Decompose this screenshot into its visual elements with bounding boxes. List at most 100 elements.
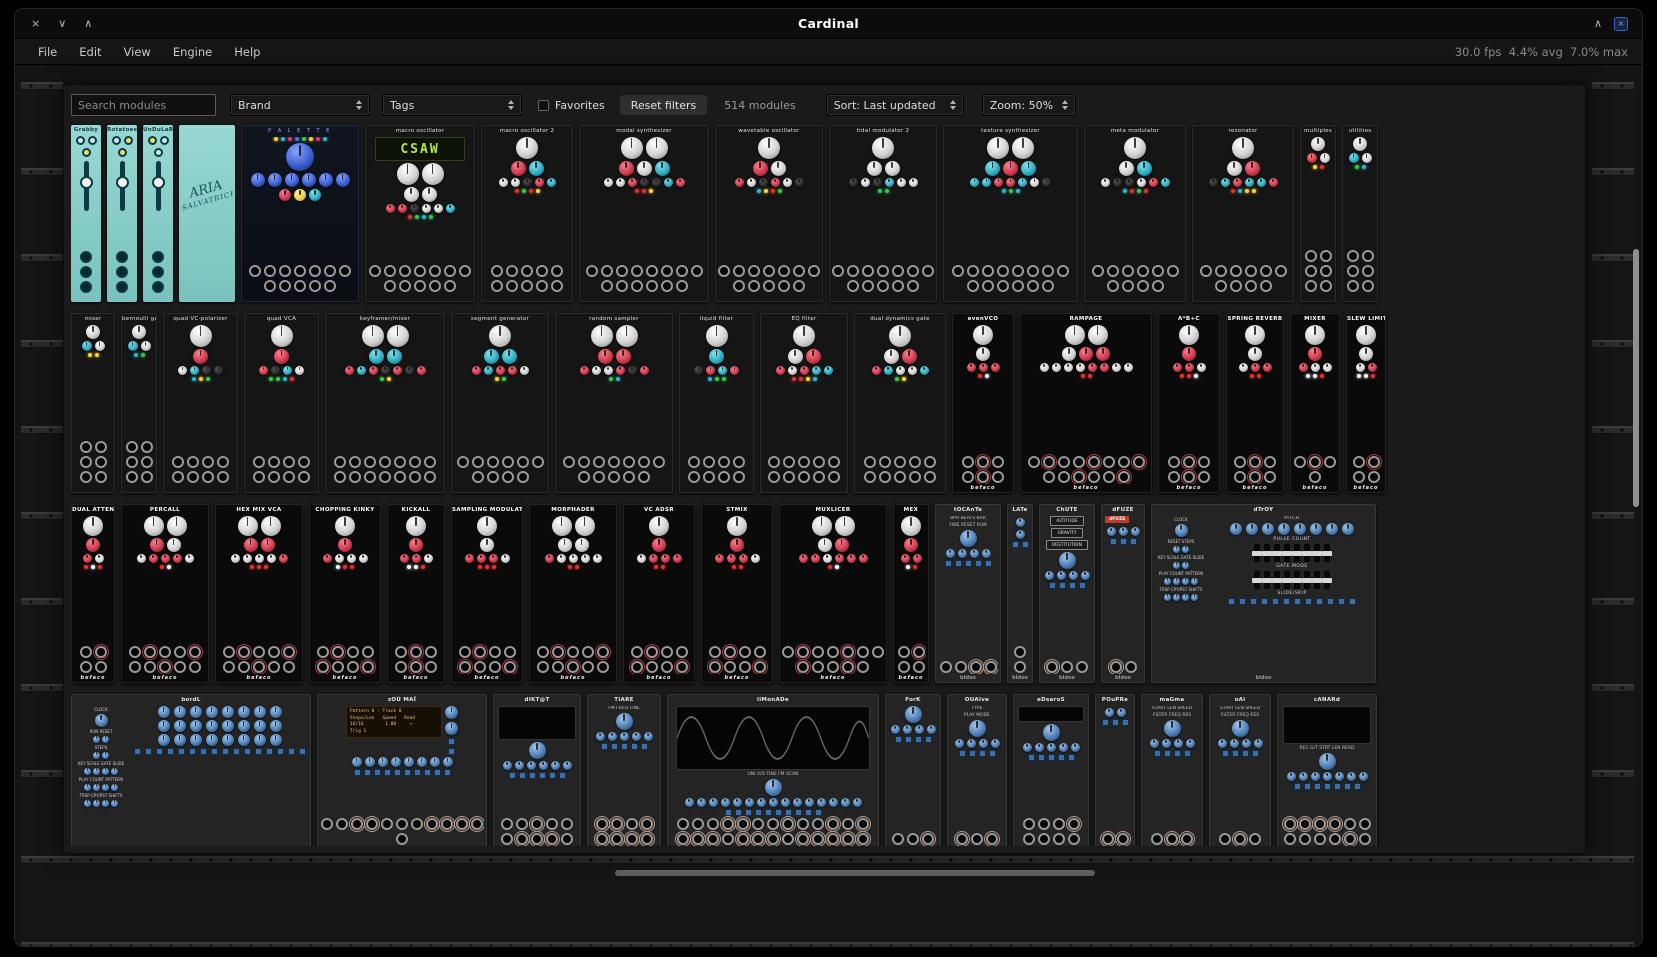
led-icon [536, 189, 540, 193]
module-card[interactable]: MIXERbefaco [1290, 313, 1340, 493]
module-card[interactable]: random sampler [555, 313, 673, 493]
module-card[interactable]: ForKbIdoo [885, 694, 941, 846]
module-card[interactable]: meta modulator [1084, 125, 1186, 302]
jack-icon [688, 471, 700, 483]
module-card[interactable]: ChUTEALTITUDEGRAVITYRESTITUTIONbIdoo [1039, 504, 1095, 683]
jack-icon [971, 833, 983, 845]
module-card[interactable]: MUXLICERbefaco [779, 504, 887, 683]
favorites-checkbox[interactable] [538, 100, 549, 111]
module-card[interactable]: TiAREFM FREQ FINEbIdoo [587, 694, 661, 846]
knob-icon [86, 538, 100, 552]
module-card[interactable]: Grabby [71, 125, 101, 302]
module-card[interactable]: mixer [71, 313, 115, 493]
jack-icon [351, 818, 363, 830]
led-icon [902, 377, 906, 381]
window-close-icon[interactable]: × [31, 18, 40, 29]
module-card[interactable]: quad VCA [244, 313, 319, 493]
module-card[interactable]: SPRING REVERBbefaco [1226, 313, 1284, 493]
vertical-scrollbar[interactable] [1633, 249, 1639, 507]
module-card[interactable]: ARIASALVATRICE [179, 125, 235, 302]
zoom-dropdown[interactable]: Zoom: 50% [982, 94, 1076, 116]
module-card[interactable]: RAMPAGEbefaco [1020, 313, 1152, 493]
module-card[interactable]: A*B+Cbefaco [1158, 313, 1220, 493]
menu-engine[interactable]: Engine [162, 42, 223, 62]
control-row [832, 265, 934, 293]
sort-dropdown[interactable]: Sort: Last updated [826, 94, 964, 116]
module-card[interactable]: dIKT@TbIdoo [493, 694, 581, 846]
knob-icon [267, 554, 276, 563]
window-shade-icon[interactable]: ∨ [58, 18, 66, 29]
reset-filters-button[interactable]: Reset filters [619, 94, 709, 116]
module-card[interactable]: tOCAnTeBPH BEATS BARFINE RESET RUNbIdoo [935, 504, 1001, 683]
module-card[interactable]: MORPHADERbefaco [529, 504, 617, 683]
module-card[interactable]: liMonADeUNI V/O FINE FM SCANbIdoo [667, 694, 879, 846]
module-card[interactable]: multiples [1300, 125, 1336, 302]
menu-help[interactable]: Help [223, 42, 271, 62]
module-card[interactable]: keyframer/mixer [325, 313, 445, 493]
module-card[interactable]: SLEW LIMITERbefaco [1346, 313, 1386, 493]
brand-logo: befaco [530, 675, 616, 681]
menu-edit[interactable]: Edit [68, 42, 112, 62]
module-card[interactable]: zOÙ MAÏPattern 0 : Track 0Steps/Len Spee… [317, 694, 487, 846]
module-card[interactable]: POuPRebIdoo [1095, 694, 1135, 846]
module-card[interactable]: LATebIdoo [1007, 504, 1033, 683]
jack-icon [646, 646, 658, 658]
module-card[interactable]: quad VC-polarizer [163, 313, 238, 493]
module-card[interactable]: PERCALLbefaco [121, 504, 209, 683]
module-card[interactable]: eDsaroSbIdoo [1013, 694, 1089, 846]
module-card[interactable]: bordLCLOCKRUN RESETSTEPSKEY SCALE GATE S… [71, 694, 311, 846]
module-card[interactable]: liquid filter [679, 313, 754, 493]
module-card[interactable]: DUAL ATTENUVERTERbefaco [71, 504, 115, 683]
menu-file[interactable]: File [27, 42, 68, 62]
menu-view[interactable]: View [113, 42, 162, 62]
jack-icon [608, 456, 620, 468]
module-card[interactable]: P A L E T T E [241, 125, 359, 302]
module-card[interactable]: cANARdREC G/T STRT LEN READbIdoo [1277, 694, 1377, 846]
app-badge-icon[interactable]: × [1614, 17, 1628, 31]
module-card[interactable]: STMIXbefaco [701, 504, 773, 683]
module-card[interactable]: macro oscillatorCSAW [365, 125, 475, 302]
module-card[interactable]: bernoulli gate [121, 313, 157, 493]
module-card[interactable]: dFUZEdFUZEbIdoo [1101, 504, 1145, 683]
app-window: × ∨ ∧ Cardinal ∧ × File Edit View Engine… [14, 8, 1643, 947]
favorites-label[interactable]: Favorites [555, 99, 605, 112]
titlebar-chevron-icon[interactable]: ∧ [1594, 18, 1602, 29]
module-card[interactable]: utilities [1342, 125, 1378, 302]
control-row [1144, 833, 1200, 846]
module-card[interactable]: dual dynamics gate [854, 313, 946, 493]
knob-icon [1248, 347, 1262, 361]
module-title: SAMPLING MODULATOR [452, 505, 522, 515]
module-card[interactable]: Rotatoes [107, 125, 137, 302]
module-card[interactable]: EQ filter [760, 313, 848, 493]
tags-dropdown[interactable]: Tags [382, 94, 522, 116]
module-card[interactable]: HEX MIX VCAbefaco [215, 504, 303, 683]
module-card[interactable]: resonator [1192, 125, 1294, 302]
module-card[interactable]: oAïSTART LEN SPEEDFILTER FREQ RESbIdoo [1209, 694, 1271, 846]
control-row [1087, 189, 1183, 193]
module-card[interactable]: KICKALLbefaco [387, 504, 445, 683]
module-card[interactable]: macro oscillator 2 [481, 125, 573, 302]
module-card[interactable]: OUAIveTYPEPLAY MODEbIdoo [947, 694, 1007, 846]
module-card[interactable]: UnDuLaR [143, 125, 173, 302]
module-card[interactable]: dTrOYCLOCKRESET STEPSKEY SCALE GATE SLID… [1151, 504, 1376, 683]
module-card[interactable]: MEXbefaco [893, 504, 929, 683]
knob-icon [1175, 524, 1188, 537]
module-card[interactable]: tidal modulator 2 [829, 125, 937, 302]
horizontal-scrollbar[interactable] [615, 870, 1095, 876]
module-card[interactable]: evenVCObefaco [952, 313, 1014, 493]
module-card[interactable]: maGmaSTART LEN SPEEDFILTER FREQ RESbIdoo [1141, 694, 1203, 846]
module-card[interactable]: CHOPPING KINKYbefaco [309, 504, 381, 683]
knob-icon [391, 757, 401, 767]
module-card[interactable]: segment generator [451, 313, 549, 493]
search-input[interactable] [71, 94, 216, 116]
module-card[interactable]: modal synthesizer [579, 125, 709, 302]
module-card[interactable]: wavetable oscillator [715, 125, 823, 302]
jack-icon [521, 280, 533, 292]
module-card[interactable]: texture synthesizer [943, 125, 1078, 302]
window-unshade-icon[interactable]: ∧ [84, 18, 92, 29]
knob-icon [1262, 523, 1274, 535]
module-card[interactable]: SAMPLING MODULATORbefaco [451, 504, 523, 683]
control-row [496, 742, 578, 759]
module-card[interactable]: VC ADSRbefaco [623, 504, 695, 683]
brand-dropdown[interactable]: Brand [230, 94, 370, 116]
